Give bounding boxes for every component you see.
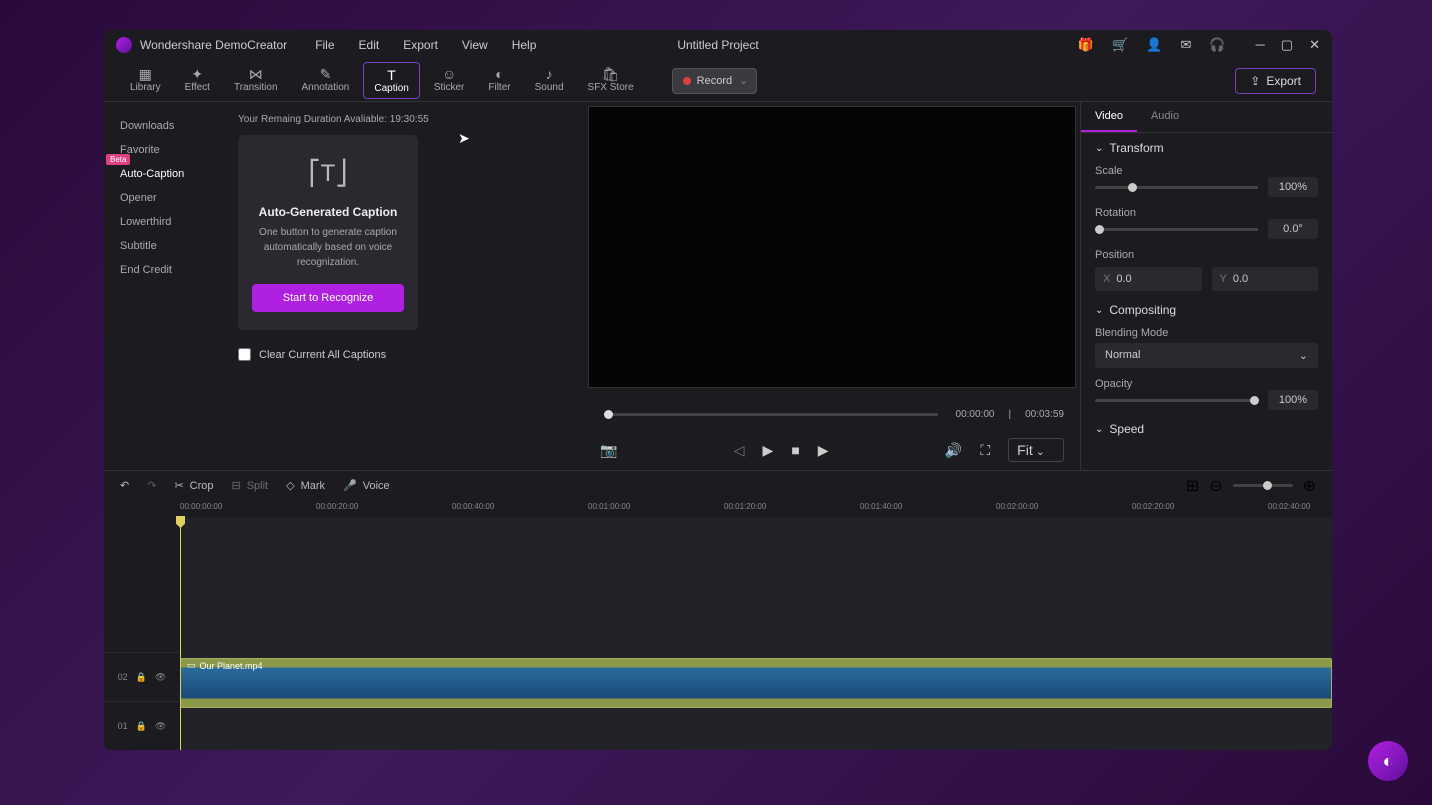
clear-captions-input[interactable]: [238, 348, 251, 361]
fit-select[interactable]: Fit ⌄: [1008, 438, 1064, 462]
fullscreen-icon[interactable]: ⛶: [980, 442, 990, 459]
redo-icon[interactable]: ↷: [147, 479, 156, 492]
scale-value[interactable]: 100%: [1268, 177, 1318, 197]
speed-heading[interactable]: Speed: [1095, 422, 1318, 436]
transform-heading[interactable]: Transform: [1095, 141, 1318, 155]
caption-nav-downloads[interactable]: Downloads: [104, 114, 218, 138]
caption-icon: ⎡T⎦: [308, 153, 348, 193]
ribbon-tab-transition[interactable]: ⋈Transition: [224, 62, 288, 99]
remaining-duration: Your Remaing Duration Avaliable: 19:30:5…: [238, 114, 564, 125]
stop-icon[interactable]: ■: [791, 442, 799, 458]
snapshot-icon[interactable]: 📷: [600, 442, 617, 459]
menu-export[interactable]: Export: [403, 38, 438, 52]
ribbon-tab-sticker[interactable]: ☺Sticker: [424, 62, 475, 99]
clip-icon: ▭: [187, 660, 196, 671]
compositing-heading[interactable]: Compositing: [1095, 303, 1318, 317]
tab-video[interactable]: Video: [1081, 102, 1137, 132]
auto-fit-icon[interactable]: ⊞: [1186, 476, 1199, 496]
preview-progress[interactable]: [604, 413, 938, 416]
help-fab[interactable]: ◐: [1368, 741, 1408, 781]
ribbon-tab-annotation[interactable]: ✎Annotation: [292, 62, 360, 99]
track-header-2[interactable]: 02🔒👁: [104, 652, 180, 701]
volume-icon[interactable]: 🔊: [945, 442, 962, 459]
app-logo: [116, 37, 132, 53]
menu-help[interactable]: Help: [512, 38, 537, 52]
menu-edit[interactable]: Edit: [359, 38, 380, 52]
gift-icon[interactable]: 🎁: [1078, 37, 1094, 53]
undo-icon[interactable]: ↶: [120, 479, 129, 492]
tab-audio[interactable]: Audio: [1137, 102, 1193, 132]
blend-mode-select[interactable]: Normal⌄: [1095, 343, 1318, 368]
ribbon-tab-effect[interactable]: ✦Effect: [175, 62, 220, 99]
export-button[interactable]: ⇪Export: [1235, 68, 1316, 94]
play-icon[interactable]: ▶: [763, 442, 774, 459]
ribbon-tab-caption[interactable]: TCaption: [363, 62, 419, 99]
cart-icon[interactable]: 🛒: [1112, 37, 1128, 53]
timeline-toolbar: ↶ ↷ ✂ Crop ⊟ Split ◇ Mark 🎤 Voice ⊞ ⊖ ⊕: [104, 470, 1332, 500]
app-name: Wondershare DemoCreator: [140, 38, 287, 52]
project-title: Untitled Project: [677, 38, 758, 52]
total-time: 00:03:59: [1025, 409, 1064, 420]
caption-nav-lowerthird[interactable]: Lowerthird: [104, 210, 218, 234]
caption-nav-subtitle[interactable]: Subtitle: [104, 234, 218, 258]
menu-file[interactable]: File: [315, 38, 334, 52]
caption-nav-end-credit[interactable]: End Credit: [104, 258, 218, 282]
crop-button[interactable]: ✂ Crop: [174, 479, 213, 492]
ribbon-tab-sfx store[interactable]: 🛍SFX Store: [578, 62, 644, 99]
user-icon[interactable]: 👤: [1146, 37, 1162, 53]
headset-icon[interactable]: 🎧: [1209, 37, 1225, 53]
start-recognize-button[interactable]: Start to Recognize: [252, 284, 404, 312]
caption-nav-auto-caption[interactable]: Auto-CaptionBeta: [104, 162, 218, 186]
eye-icon[interactable]: 👁: [155, 672, 166, 683]
timeline-area[interactable]: ▭Our Planet.mp4: [180, 518, 1332, 750]
track-header-1[interactable]: 01🔒👁: [104, 701, 180, 750]
position-x[interactable]: X0.0: [1095, 267, 1202, 291]
lock-icon[interactable]: 🔒: [136, 672, 147, 683]
eye-icon[interactable]: 👁: [155, 721, 166, 732]
zoom-out-icon[interactable]: ⊖: [1209, 476, 1222, 496]
zoom-in-icon[interactable]: ⊕: [1303, 476, 1316, 496]
caption-nav-opener[interactable]: Opener: [104, 186, 218, 210]
mail-icon[interactable]: ✉: [1180, 37, 1191, 53]
mark-button[interactable]: ◇ Mark: [286, 479, 325, 492]
maximize-button[interactable]: ▢: [1281, 37, 1293, 53]
clear-captions-checkbox[interactable]: Clear Current All Captions: [238, 348, 564, 361]
timeline-ruler[interactable]: 00:00:00:0000:00:20:0000:00:40:0000:01:0…: [180, 500, 1332, 518]
position-y[interactable]: Y0.0: [1212, 267, 1319, 291]
current-time: 00:00:00: [956, 409, 995, 420]
caption-card-desc: One button to generate caption automatic…: [252, 225, 404, 270]
menu-bar: File Edit Export View Help: [315, 38, 536, 52]
voice-button[interactable]: 🎤 Voice: [343, 479, 390, 492]
rotation-slider[interactable]: [1095, 228, 1258, 231]
ribbon-tab-sound[interactable]: ♪Sound: [525, 62, 574, 99]
video-clip[interactable]: ▭Our Planet.mp4: [180, 658, 1332, 708]
prev-frame-icon[interactable]: ◁: [734, 442, 745, 459]
export-icon: ⇪: [1250, 74, 1260, 88]
next-frame-icon[interactable]: ▶: [818, 442, 829, 459]
video-preview[interactable]: [588, 106, 1076, 388]
opacity-value[interactable]: 100%: [1268, 390, 1318, 410]
playhead[interactable]: [180, 518, 181, 750]
record-button[interactable]: Record: [672, 68, 757, 94]
ribbon: ▦Library✦Effect⋈Transition✎AnnotationTCa…: [104, 60, 1332, 102]
caption-sidebar: DownloadsFavoriteAuto-CaptionBetaOpenerL…: [104, 102, 218, 470]
scale-slider[interactable]: [1095, 186, 1258, 189]
caption-card-title: Auto-Generated Caption: [252, 205, 404, 219]
auto-caption-card: ⎡T⎦ Auto-Generated Caption One button to…: [238, 135, 418, 330]
titlebar: Wondershare DemoCreator File Edit Export…: [104, 30, 1332, 60]
lock-icon[interactable]: 🔒: [136, 721, 147, 732]
menu-view[interactable]: View: [462, 38, 488, 52]
rotation-value[interactable]: 0.0°: [1268, 219, 1318, 239]
close-button[interactable]: ✕: [1309, 37, 1320, 53]
zoom-slider[interactable]: [1233, 484, 1293, 487]
minimize-button[interactable]: ─: [1256, 37, 1265, 53]
ribbon-tab-filter[interactable]: ◐Filter: [478, 62, 520, 99]
split-button[interactable]: ⊟ Split: [232, 479, 269, 492]
ribbon-tab-library[interactable]: ▦Library: [120, 62, 171, 99]
opacity-slider[interactable]: [1095, 399, 1258, 402]
